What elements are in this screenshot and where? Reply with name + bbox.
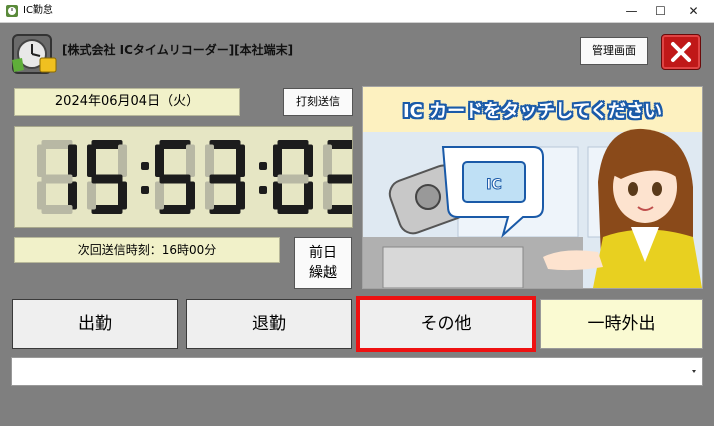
digit-1-segment-a [91,140,123,149]
clock-in-button[interactable]: 出勤 [12,299,178,349]
clock-logo-icon [12,34,57,74]
digit-3-segment-e [205,181,214,210]
digit-3-segment-b [236,144,245,177]
digit-0-segment-d [41,205,73,214]
admin-screen-button[interactable]: 管理画面 [580,37,648,65]
colon-dot-lower [141,186,149,194]
digit-0-segment-b [68,144,77,177]
digit-0-segment-f [37,144,46,177]
digit-0-segment-g [41,174,73,184]
prev-day-line2: 繰越 [309,265,337,281]
date-display: 2024年06月04日（火） [14,88,240,116]
digit-3-segment-a [209,140,241,149]
close-app-button[interactable] [661,34,701,70]
colon-dot-upper [141,162,149,170]
digit-5-segment-g [327,174,359,184]
message-dropdown[interactable] [11,357,703,386]
digit-2-segment-e [155,181,164,210]
send-punch-button[interactable]: 打刻送信 [283,88,353,116]
digit-3-segment-d [209,205,241,214]
app-icon [6,5,18,17]
window-close-button[interactable]: ✕ [677,0,710,22]
window-title: IC勤怠 [23,5,53,16]
digit-1-segment-e [87,181,96,210]
digit-2-segment-b [186,144,195,177]
digit-0-segment-a [41,140,73,149]
digit-2-segment-g [159,174,191,184]
touch-card-message: IC カードをタッチしてください [402,101,663,122]
clock-out-button[interactable]: 退勤 [186,299,352,349]
seven-segment-clock [37,140,363,214]
digit-1-segment-g [91,174,123,184]
clock-display [14,126,363,228]
maximize-button[interactable]: ☐ [644,0,677,22]
digit-5-segment-e [323,181,332,210]
digit-0-segment-e [37,181,46,210]
company-name: [株式会社 ICタイムリコーダー][本社端末] [62,43,294,57]
digit-4-segment-f [273,144,282,177]
digit-4-segment-b [304,144,313,177]
digit-1-segment-b [118,144,127,177]
digit-2-segment-d [159,205,191,214]
ic-card-label: IC [486,177,501,193]
colon-dot-lower [259,186,267,194]
digit-2-segment-a [159,140,191,149]
digit-5-segment-f [323,144,332,177]
digit-1-segment-d [91,205,123,214]
digit-3-segment-g [209,174,241,184]
digit-1-segment-f [87,144,96,177]
digit-4-segment-d [277,205,309,214]
touch-card-panel: IC IC カードをタッチしてください [362,86,703,289]
digit-4-segment-e [273,181,282,210]
previous-day-carryover-button[interactable]: 前日 繰越 [294,237,352,289]
temporary-out-button[interactable]: 一時外出 [540,299,703,349]
title-bar: IC勤怠 — ☐ ✕ [0,0,714,23]
colon-dot-upper [259,162,267,170]
digit-4-segment-a [277,140,309,149]
chevron-down-icon[interactable] [692,370,696,373]
other-button[interactable]: その他 [356,296,536,352]
digit-3-segment-f [205,144,214,177]
close-icon [671,42,691,62]
next-send-time: 次回送信時刻：16時00分 [14,237,280,263]
prev-day-line1: 前日 [309,245,337,261]
digit-2-segment-f [155,144,164,177]
digit-4-segment-g [277,174,309,184]
